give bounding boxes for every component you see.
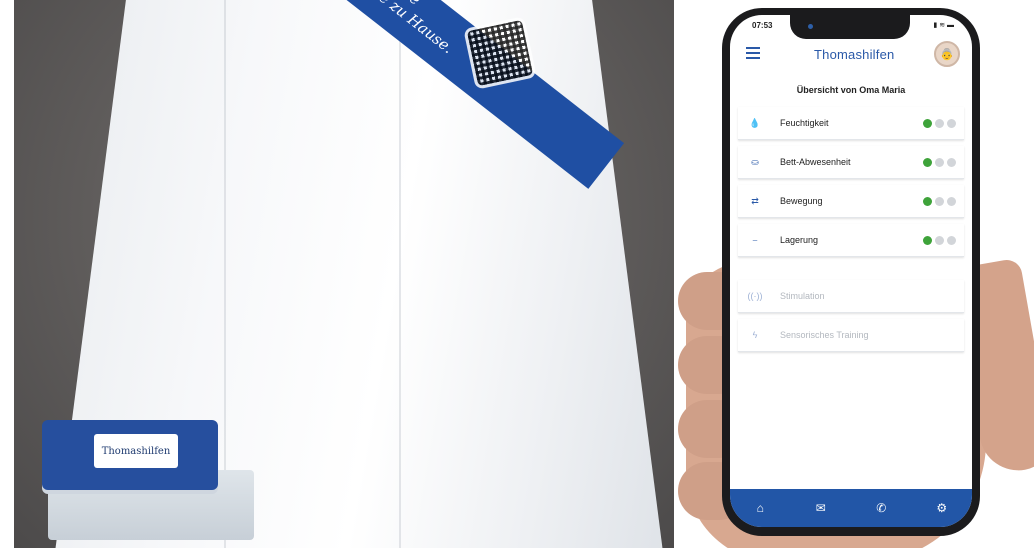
positioning-icon: ⎯ — [752, 234, 758, 245]
motion-icon: ⇄ — [751, 195, 759, 206]
phone-icon[interactable]: ✆ — [869, 501, 893, 515]
list-item-lagerung[interactable]: ⎯ Lagerung — [738, 224, 964, 257]
sensor-device-panel: Thomashilfen — [42, 420, 218, 490]
sheet-fold — [224, 0, 226, 548]
app-screen: 07:53 ▮ ≋ ▬ Thomashilfen 👵 Übersicht von… — [730, 15, 972, 527]
row-label: Stimulation — [780, 291, 825, 301]
stimulation-icon: ((·)) — [747, 291, 763, 301]
status-indicator — [923, 236, 956, 245]
bed-exit-icon: ⛀ — [751, 156, 759, 167]
settings-icon[interactable]: ⚙ — [930, 501, 954, 515]
list-item-sensorisches-training[interactable]: ϟ Sensorisches Training — [738, 319, 964, 352]
row-label: Sensorisches Training — [780, 330, 869, 340]
list-item-stimulation[interactable]: ((·)) Stimulation — [738, 280, 964, 313]
row-label: Bett-Abwesenheit — [780, 157, 851, 167]
overview-title: Übersicht von Oma Maria — [796, 85, 906, 95]
camera-icon — [808, 24, 813, 29]
status-icons: ▮ ≋ ▬ — [933, 22, 954, 29]
home-icon[interactable]: ⌂ — [748, 501, 772, 515]
mail-icon[interactable]: ✉ — [809, 501, 833, 515]
device-logo: Thomashilfen — [94, 434, 178, 468]
hamburger-menu-icon[interactable] — [746, 47, 760, 59]
row-label: Feuchtigkeit — [780, 118, 829, 128]
avatar[interactable]: 👵 — [934, 41, 960, 67]
app-logo-text: Thomashilfen — [814, 47, 895, 62]
bottom-nav: ⌂ ✉ ✆ ⚙ — [730, 489, 972, 527]
phone-photo: 07:53 ▮ ≋ ▬ Thomashilfen 👵 Übersicht von… — [678, 0, 1034, 548]
status-indicator — [923, 119, 956, 128]
app-logo: Thomashilfen — [814, 47, 894, 62]
sensory-training-icon: ϟ — [752, 330, 758, 340]
sheet-fold — [399, 0, 401, 548]
status-indicator — [923, 197, 956, 206]
bed-pad-photo: et die ge zu Hause. Thomashilfen — [14, 0, 674, 548]
list-item-bewegung[interactable]: ⇄ Bewegung — [738, 185, 964, 218]
status-indicator — [923, 158, 956, 167]
list-item-feuchtigkeit[interactable]: 💧 Feuchtigkeit — [738, 107, 964, 140]
row-label: Lagerung — [780, 235, 819, 245]
qr-code — [463, 16, 537, 90]
droplets-icon: 💧 — [749, 117, 761, 128]
row-label: Bewegung — [780, 196, 823, 206]
list-item-bett-abwesenheit[interactable]: ⛀ Bett-Abwesenheit — [738, 146, 964, 179]
status-time: 07:53 — [752, 21, 773, 30]
